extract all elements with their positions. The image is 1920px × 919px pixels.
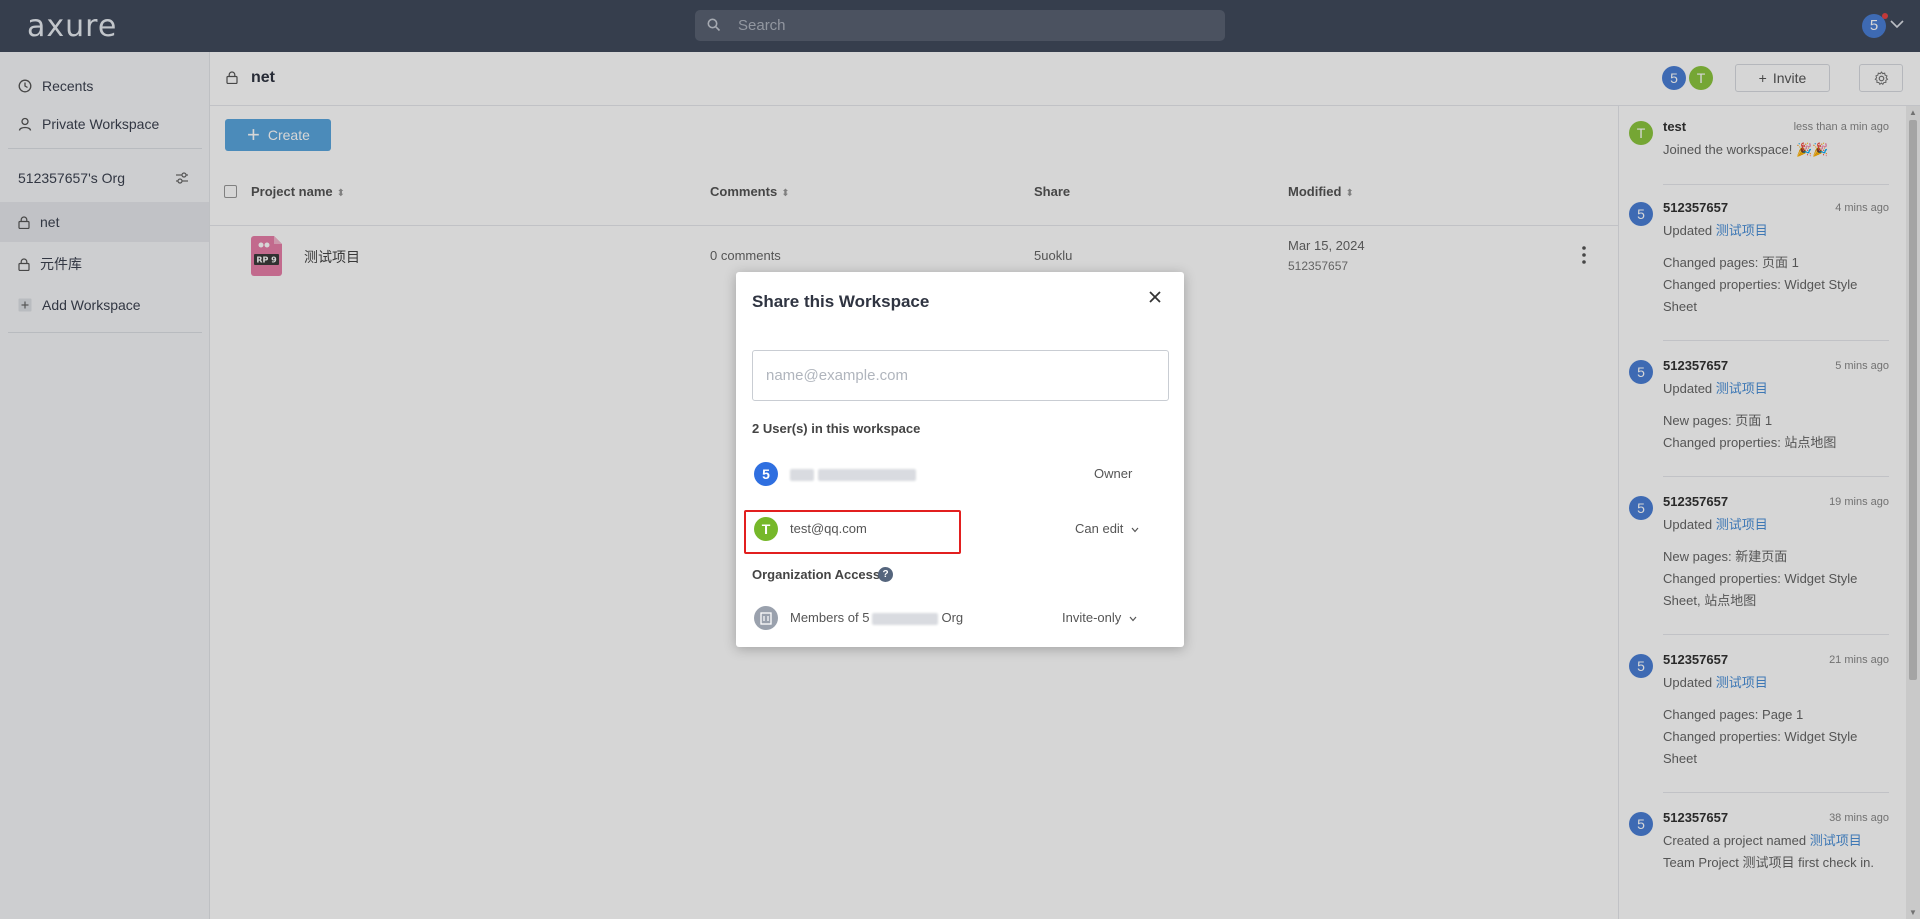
share-workspace-dialog: Share this Workspace 2 User(s) in this w… (736, 272, 1184, 647)
help-icon[interactable]: ? (878, 567, 893, 582)
organization-access-label: Organization Access (752, 567, 881, 582)
owner-name (790, 466, 916, 481)
chevron-down-icon (1129, 616, 1137, 622)
highlight-box (744, 510, 961, 554)
users-count: 2 User(s) in this workspace (752, 421, 921, 436)
owner-avatar: 5 (754, 462, 778, 486)
building-icon (754, 606, 778, 630)
org-members-label: Members of 5 Org (790, 610, 963, 625)
dialog-title: Share this Workspace (752, 292, 930, 311)
invite-email-input[interactable] (752, 350, 1169, 401)
close-icon[interactable] (1148, 290, 1162, 304)
org-access-dropdown[interactable]: Invite-only (1062, 610, 1137, 625)
chevron-down-icon (1131, 527, 1139, 533)
redacted-text (790, 468, 814, 481)
member-role-value: Can edit (1075, 521, 1124, 536)
redacted-text (872, 612, 939, 625)
org-access-value: Invite-only (1062, 610, 1122, 625)
redacted-text (818, 468, 916, 481)
member-role-dropdown[interactable]: Can edit (1075, 521, 1139, 536)
owner-role: Owner (1094, 466, 1133, 481)
org-members-prefix: Members of 5 (790, 610, 870, 625)
org-members-suffix: Org (941, 610, 964, 625)
